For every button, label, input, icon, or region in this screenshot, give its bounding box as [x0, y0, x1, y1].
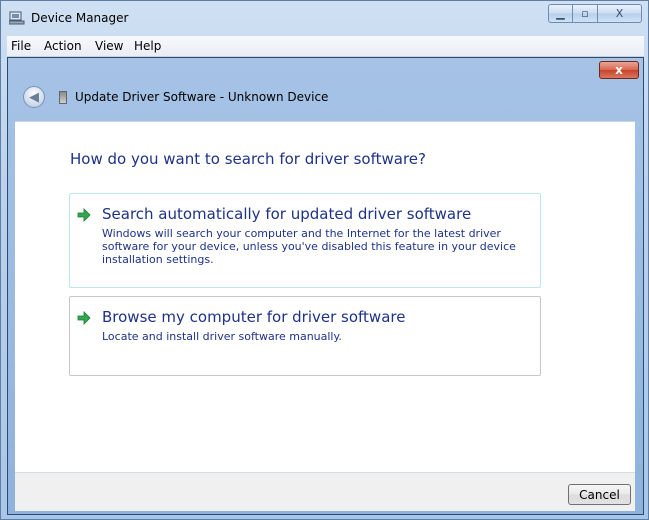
close-window-button[interactable]: X — [598, 4, 642, 23]
update-driver-dialog: x ◀ Update Driver Software - Unknown Dev… — [7, 57, 644, 515]
cancel-button[interactable]: Cancel — [568, 484, 631, 505]
dialog-close-button[interactable]: x — [599, 61, 639, 79]
wizard-title: Update Driver Software - Unknown Device — [75, 90, 329, 104]
minimize-icon: ▁ — [556, 7, 565, 20]
close-icon: x — [615, 63, 623, 77]
window-title: Device Manager — [31, 11, 129, 25]
minimize-button[interactable]: ▁ — [548, 4, 573, 23]
maximize-button[interactable]: ▫ — [573, 4, 598, 23]
green-arrow-icon — [77, 208, 91, 222]
browse-computer-option[interactable]: Browse my computer for driver software L… — [69, 296, 541, 376]
back-button[interactable]: ◀ — [23, 86, 45, 108]
back-arrow-icon: ◀ — [29, 89, 39, 105]
menu-view[interactable]: View — [95, 39, 123, 53]
green-arrow-icon — [77, 311, 91, 325]
device-manager-icon — [9, 11, 25, 25]
device-manager-window: Device Manager ▁ ▫ X File Action View He… — [0, 0, 649, 520]
page-heading: How do you want to search for driver sof… — [70, 150, 426, 168]
maximize-icon: ▫ — [581, 7, 589, 20]
search-automatically-option[interactable]: Search automatically for updated driver … — [69, 193, 541, 288]
device-icon — [59, 91, 67, 104]
title-bar[interactable]: Device Manager ▁ ▫ X — [1, 1, 648, 35]
wizard-content: How do you want to search for driver sof… — [15, 121, 635, 473]
option-description: Locate and install driver software manua… — [102, 330, 342, 343]
option-title: Browse my computer for driver software — [102, 308, 406, 326]
menu-bar: File Action View Help — [7, 36, 644, 57]
wizard-footer: Cancel — [15, 472, 635, 511]
menu-action[interactable]: Action — [44, 39, 82, 53]
menu-help[interactable]: Help — [134, 39, 161, 53]
option-title: Search automatically for updated driver … — [102, 205, 472, 223]
wizard-header: ◀ Update Driver Software - Unknown Devic… — [9, 82, 642, 118]
close-icon: X — [615, 7, 624, 20]
option-description: Windows will search your computer and th… — [102, 227, 516, 266]
menu-file[interactable]: File — [11, 39, 31, 53]
caption-buttons: ▁ ▫ X — [548, 4, 642, 23]
